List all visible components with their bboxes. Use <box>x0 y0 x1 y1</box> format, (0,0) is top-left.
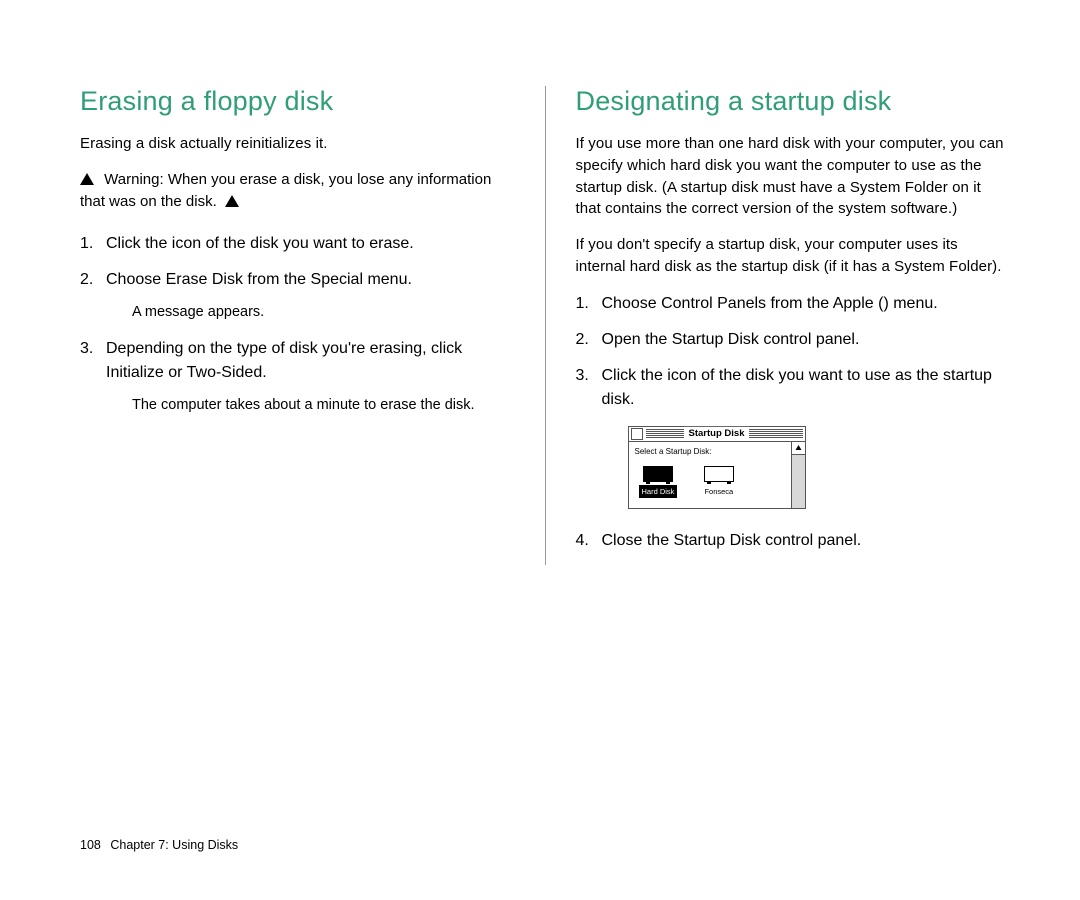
warning-triangle-icon <box>80 173 94 185</box>
chapter-label: Chapter 7: Using Disks <box>110 838 238 852</box>
step-item: Choose Erase Disk from the Special menu.… <box>80 268 515 323</box>
right-column: Designating a startup disk If you use mo… <box>546 86 1011 565</box>
startup-disk-panel-figure: Startup Disk Select a Startup Disk: <box>628 426 1011 509</box>
steps-list-erasing: Click the icon of the disk you want to e… <box>80 232 515 416</box>
step-item: Click the icon of the disk you want to e… <box>80 232 515 256</box>
step-text: Click the icon of the disk you want to u… <box>602 367 992 408</box>
warning-block: Warning: When you erase a disk, you lose… <box>80 169 515 214</box>
step-item: Open the Startup Disk control panel. <box>576 328 1011 352</box>
hard-disk-icon <box>643 466 673 482</box>
step-item: Click the icon of the disk you want to u… <box>576 364 1011 509</box>
page-number: 108 <box>80 838 101 852</box>
step-note: A message appears. <box>132 302 515 323</box>
window-content: Select a Startup Disk: Hard Disk <box>629 442 791 508</box>
disk-item-selected: Hard Disk <box>639 466 678 498</box>
warning-label: Warning: <box>104 171 163 188</box>
left-column: Erasing a floppy disk Erasing a disk act… <box>80 86 546 565</box>
panel-prompt: Select a Startup Disk: <box>635 446 785 458</box>
window-title: Startup Disk <box>684 426 750 440</box>
warning-triangle-icon <box>225 195 239 207</box>
step-item: Close the Startup Disk control panel. <box>576 529 1011 553</box>
hard-disk-icon <box>704 466 734 482</box>
disk-icon-row: Hard Disk Fonseca <box>635 464 785 498</box>
startup-disk-window: Startup Disk Select a Startup Disk: <box>628 426 806 509</box>
section-heading-startup: Designating a startup disk <box>576 86 1011 117</box>
step-note: The computer takes about a minute to era… <box>132 395 515 416</box>
close-box-icon <box>631 428 643 440</box>
scrollbar <box>791 442 805 508</box>
window-titlebar: Startup Disk <box>629 427 805 442</box>
body-paragraph: If you don't specify a startup disk, you… <box>576 234 1011 278</box>
step-text: Depending on the type of disk you're era… <box>106 340 462 381</box>
steps-list-startup: Choose Control Panels from the Apple () … <box>576 292 1011 553</box>
step-text: Choose Erase Disk from the Special menu. <box>106 271 412 288</box>
two-column-layout: Erasing a floppy disk Erasing a disk act… <box>80 86 1010 565</box>
step-text-part: Choose Control Panels from the Apple ( <box>602 295 884 312</box>
step-text-part: ) menu. <box>883 295 937 312</box>
page-footer: 108 Chapter 7: Using Disks <box>80 838 238 852</box>
window-body: Select a Startup Disk: Hard Disk <box>629 442 805 508</box>
intro-text: Erasing a disk actually reinitializes it… <box>80 133 515 155</box>
step-item: Depending on the type of disk you're era… <box>80 337 515 416</box>
scroll-up-arrow-icon <box>792 442 805 455</box>
body-paragraph: If you use more than one hard disk with … <box>576 133 1011 220</box>
disk-label: Hard Disk <box>639 485 678 498</box>
disk-item: Fonseca <box>701 466 736 498</box>
scrollbar-track <box>792 455 805 508</box>
step-item: Choose Control Panels from the Apple () … <box>576 292 1011 316</box>
section-heading-erasing: Erasing a floppy disk <box>80 86 515 117</box>
manual-page: Erasing a floppy disk Erasing a disk act… <box>0 0 1080 900</box>
disk-label: Fonseca <box>701 485 736 498</box>
